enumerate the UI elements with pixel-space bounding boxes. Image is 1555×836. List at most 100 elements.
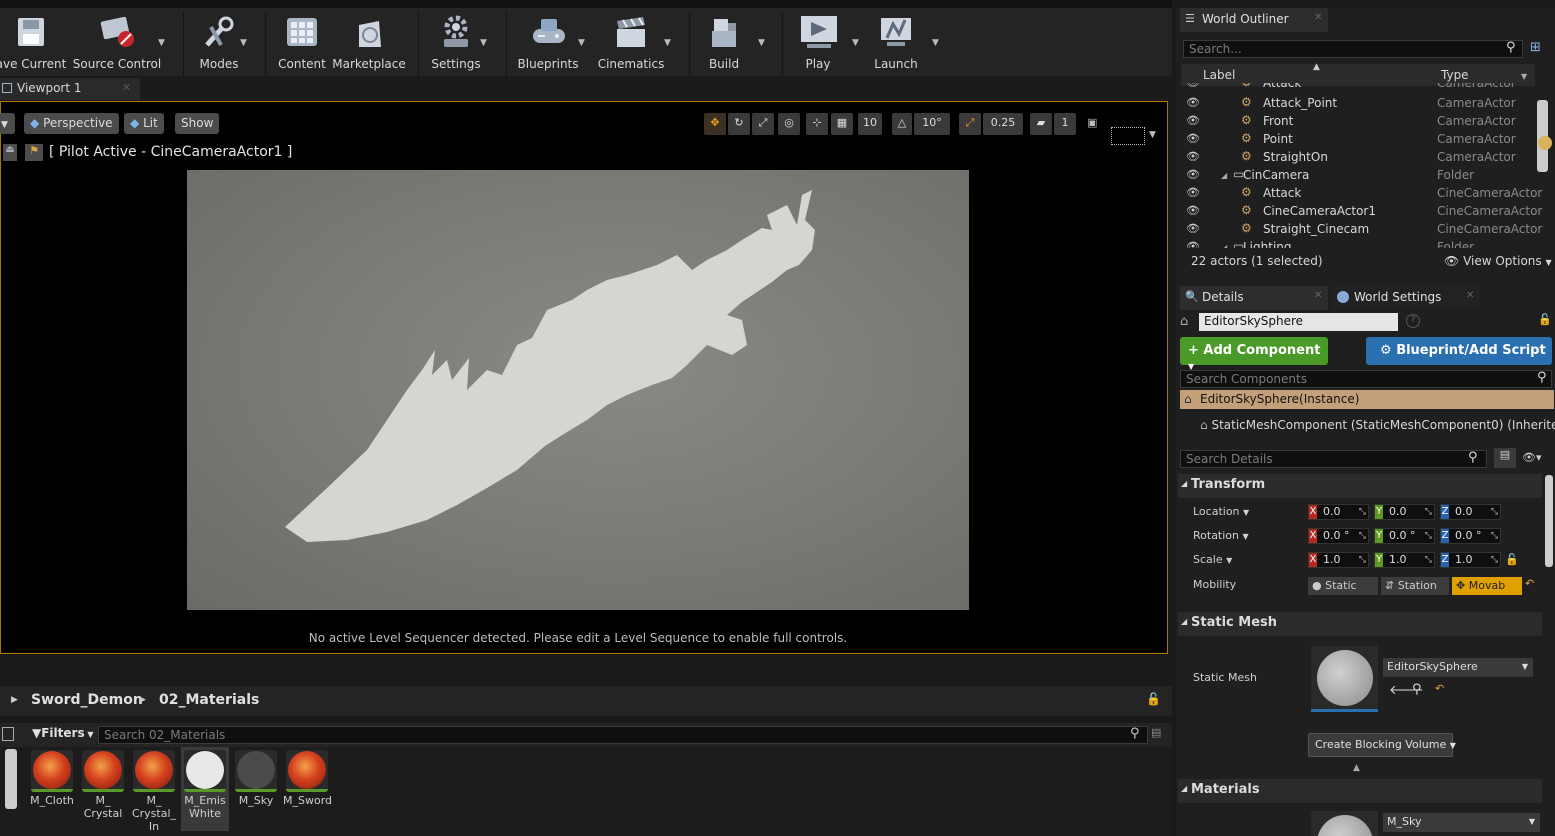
save-search-icon[interactable]: ▤ [1151, 726, 1161, 739]
drag-arrow-icon[interactable]: ⤡ [1491, 529, 1498, 543]
lit-button[interactable]: ◆ Lit [124, 113, 164, 134]
outliner-row[interactable]: 👁 ⚙ Attack_Point CameraActor [1181, 95, 1535, 113]
visibility-eye-icon[interactable]: 👁 [1186, 96, 1200, 109]
asset-scrollbar[interactable] [5, 749, 17, 809]
tab-details[interactable]: 🔍 Details ✕ [1180, 286, 1328, 310]
add-component-button[interactable]: + Add Component ▼ [1180, 337, 1328, 371]
rotation-x-field[interactable]: X 0.0 ° ⤡ [1308, 528, 1369, 544]
camera-speed-value[interactable]: 1 [1054, 113, 1076, 135]
visibility-eye-icon[interactable]: 👁 [1186, 204, 1200, 217]
marketplace-button[interactable]: Marketplace [332, 14, 406, 76]
world-space-icon[interactable]: ◎ [778, 113, 800, 135]
chevron-down-icon[interactable]: ▼ [578, 38, 585, 48]
drag-arrow-icon[interactable]: ⤡ [1491, 553, 1498, 567]
chevron-down-icon[interactable]: ▼ [758, 38, 765, 48]
tab-world-outliner[interactable]: ☰ World Outliner ✕ [1180, 8, 1328, 32]
reset-to-default-icon[interactable]: ↶ [1435, 682, 1444, 695]
rotation-label[interactable]: Rotation ▼ [1193, 529, 1249, 542]
grid-snap-value[interactable]: 10 [858, 113, 882, 135]
breadcrumb-arrow-icon[interactable]: ▶ [11, 695, 18, 705]
asset-search-input[interactable]: Search 02_Materials [98, 726, 1148, 744]
col-label-header[interactable]: Label [1203, 68, 1235, 82]
outliner-row[interactable]: 👁 ⚙ Attack CameraActor [1181, 83, 1535, 93]
static-mesh-thumbnail[interactable] [1311, 646, 1378, 712]
show-button[interactable]: Show [175, 113, 220, 134]
cinematics-button[interactable]: Cinematics [598, 14, 664, 76]
material-asset[interactable]: M_ Crystal_ In [130, 750, 178, 833]
visibility-eye-icon[interactable]: 👁 [1186, 168, 1200, 181]
property-matrix-icon[interactable]: ▤ [1494, 448, 1516, 468]
filters-button[interactable]: ▼Filters ▼ [32, 726, 94, 740]
visibility-eye-icon[interactable]: 👁 [1186, 150, 1200, 163]
actor-name-field[interactable]: EditorSkySphere [1199, 313, 1398, 331]
surface-snap-icon[interactable]: ⊹ [806, 113, 828, 135]
visibility-eye-icon[interactable]: 👁 [1186, 186, 1200, 199]
search-components-input[interactable]: Search Components [1180, 370, 1552, 388]
outliner-row[interactable]: 👁 ◢ ▭ CinCamera Folder [1181, 167, 1535, 185]
drag-arrow-icon[interactable]: ⤡ [1425, 529, 1432, 543]
chevron-down-icon[interactable]: ▼ [480, 38, 487, 48]
translate-tool-icon[interactable]: ✥ [704, 113, 726, 135]
camera-speed-icon[interactable]: ▰ [1030, 113, 1052, 135]
breadcrumb-arrow-icon[interactable]: ▶ [139, 695, 146, 705]
col-type-header[interactable]: Type [1441, 68, 1469, 82]
settings-button[interactable]: Settings [430, 14, 482, 76]
eye-icon[interactable]: 👁▾ [1522, 451, 1542, 464]
material-thumbnail[interactable] [1311, 811, 1378, 836]
lock-scale-icon[interactable]: 🔓 [1505, 553, 1519, 566]
drag-arrow-icon[interactable]: ⤡ [1425, 505, 1432, 519]
scale-snap-icon[interactable]: ⤢ [959, 113, 981, 135]
scale-snap-value[interactable]: 0.25 [983, 113, 1023, 135]
visibility-eye-icon[interactable]: 👁 [1186, 114, 1200, 127]
reset-to-default-icon[interactable]: ↶ [1525, 577, 1534, 590]
save-current-button[interactable]: ave Current [0, 14, 66, 76]
chevron-down-icon[interactable]: ▼ [664, 38, 671, 48]
materials-section[interactable]: ◢ Materials [1178, 779, 1542, 803]
drag-arrow-icon[interactable]: ⤡ [1359, 505, 1366, 519]
drag-arrow-icon[interactable]: ⤡ [1359, 553, 1366, 567]
play-button[interactable]: Play [796, 14, 840, 76]
blueprints-button[interactable]: Blueprints [518, 14, 579, 76]
mobility-stationary[interactable]: ⇵ Station [1381, 577, 1449, 595]
breadcrumb-materials[interactable]: 02_Materials [159, 692, 259, 708]
outliner-row[interactable]: 👁 ⚙ StraightOn CameraActor [1181, 149, 1535, 167]
drag-arrow-icon[interactable]: ⤡ [1491, 505, 1498, 519]
material-asset[interactable]: M_Sky [232, 750, 280, 807]
viewport-options-dropdown[interactable]: ▼ [0, 113, 15, 134]
material-asset[interactable]: M_Cloth [28, 750, 76, 807]
close-icon[interactable]: ✕ [1314, 290, 1322, 301]
layout-icon[interactable] [1111, 127, 1145, 145]
component-row[interactable]: ⌂ StaticMeshComponent (StaticMeshCompone… [1200, 418, 1555, 432]
details-scrollbar[interactable] [1545, 475, 1553, 567]
scale-tool-icon[interactable]: ⤢ [752, 113, 774, 135]
visibility-eye-icon[interactable]: 👁 [1186, 132, 1200, 145]
material-asset[interactable]: M_Sword [283, 750, 332, 807]
scale-x-field[interactable]: X 1.0 ⤡ [1308, 552, 1369, 568]
modes-button[interactable]: Modes [196, 14, 242, 76]
close-icon[interactable]: ✕ [122, 81, 131, 94]
rotate-tool-icon[interactable]: ↻ [728, 113, 750, 135]
chevron-down-icon[interactable]: ▼ [932, 38, 939, 48]
mobility-static[interactable]: ● Static [1308, 577, 1378, 595]
expand-arrow-icon[interactable]: ◢ [1221, 243, 1227, 248]
mobility-movable[interactable]: ✥ Movab [1452, 577, 1522, 595]
chevron-down-icon[interactable]: ▼ [1149, 130, 1156, 140]
outliner-row[interactable]: 👁 ⚙ Front CameraActor [1181, 113, 1535, 131]
browse-icon[interactable]: ⚲ [1412, 682, 1422, 697]
instance-row[interactable]: ⌂ EditorSkySphere(Instance) [1180, 390, 1554, 409]
lock-icon[interactable]: 🔓 [1146, 692, 1161, 706]
static-mesh-combo[interactable]: EditorSkySphere ▼ [1383, 658, 1533, 677]
drag-arrow-icon[interactable]: ⤡ [1359, 529, 1366, 543]
sources-panel-icon[interactable] [2, 727, 14, 741]
location-y-field[interactable]: Y 0.0 ⤡ [1374, 504, 1435, 520]
chevron-down-icon[interactable]: ▼ [158, 38, 165, 48]
rotation-snap-icon[interactable]: △ [892, 113, 912, 135]
grid-snap-icon[interactable]: ▦ [831, 113, 853, 135]
chevron-down-icon[interactable]: ▼ [1521, 72, 1527, 81]
advanced-expand-icon[interactable]: ▲ [1353, 763, 1360, 773]
close-icon[interactable]: ✕ [1466, 290, 1474, 301]
source-control-button[interactable]: Source Control [73, 14, 161, 76]
tab-world-settings[interactable]: World Settings ✕ [1332, 286, 1480, 310]
tab-viewport-1[interactable]: Viewport 1 ✕ [0, 78, 140, 100]
content-button[interactable]: Content [278, 14, 326, 76]
